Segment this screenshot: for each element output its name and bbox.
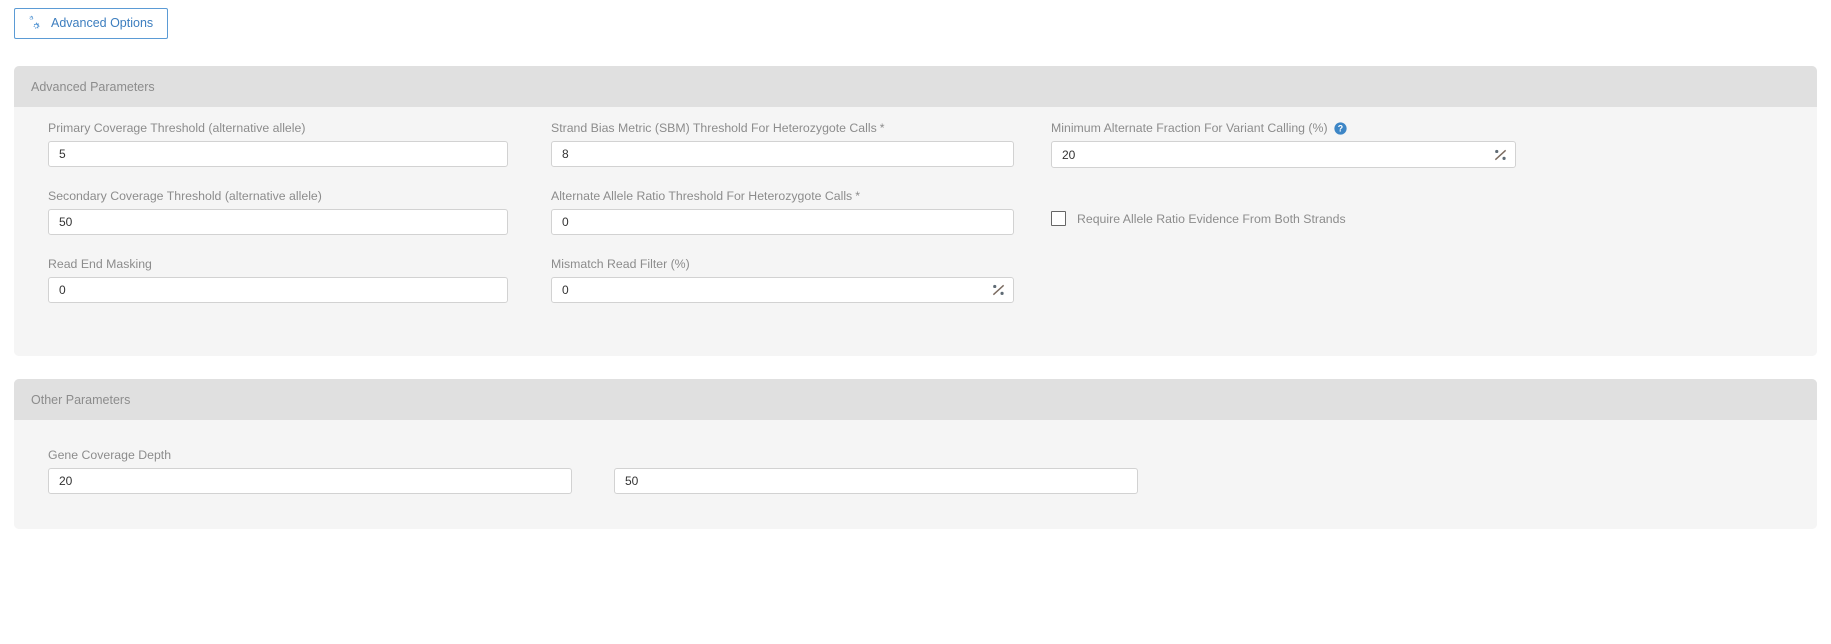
advanced-parameters-title: Advanced Parameters xyxy=(31,80,155,94)
field-secondary-coverage-threshold: Secondary Coverage Threshold (alternativ… xyxy=(48,189,508,235)
other-parameters-header: Other Parameters xyxy=(14,379,1817,420)
other-parameters-title: Other Parameters xyxy=(31,393,130,407)
require-both-strands-label: Require Allele Ratio Evidence From Both … xyxy=(1077,212,1346,226)
minimum-alternate-fraction-input[interactable] xyxy=(1051,141,1516,168)
secondary-coverage-threshold-label: Secondary Coverage Threshold (alternativ… xyxy=(48,189,508,203)
field-read-end-masking: Read End Masking xyxy=(48,257,508,303)
gene-coverage-depth-min-input[interactable] xyxy=(48,468,572,494)
required-marker: * xyxy=(855,189,860,203)
read-end-masking-input[interactable] xyxy=(48,277,508,303)
minimum-alternate-fraction-label: Minimum Alternate Fraction For Variant C… xyxy=(1051,121,1516,135)
field-alternate-allele-ratio-threshold: Alternate Allele Ratio Threshold For Het… xyxy=(551,189,1014,235)
require-both-strands-checkbox[interactable] xyxy=(1051,211,1066,226)
gears-icon xyxy=(25,14,45,34)
field-gene-coverage-depth-max xyxy=(614,468,1138,494)
advanced-options-button[interactable]: Advanced Options xyxy=(14,8,168,39)
advanced-parameters-header: Advanced Parameters xyxy=(14,66,1817,107)
read-end-masking-label: Read End Masking xyxy=(48,257,508,271)
gene-coverage-depth-max-input[interactable] xyxy=(614,468,1138,494)
other-parameters-panel: Other Parameters Gene Coverage Depth xyxy=(14,379,1817,529)
field-mismatch-read-filter: Mismatch Read Filter (%) xyxy=(551,257,1014,303)
primary-coverage-threshold-label: Primary Coverage Threshold (alternative … xyxy=(48,121,508,135)
alternate-allele-ratio-threshold-label: Alternate Allele Ratio Threshold For Het… xyxy=(551,189,1014,203)
gene-coverage-depth-label: Gene Coverage Depth xyxy=(48,448,572,462)
advanced-options-label: Advanced Options xyxy=(51,17,153,30)
field-sbm-threshold: Strand Bias Metric (SBM) Threshold For H… xyxy=(551,121,1014,167)
advanced-parameters-panel: Advanced Parameters Primary Coverage Thr… xyxy=(14,66,1817,356)
require-both-strands-row[interactable]: Require Allele Ratio Evidence From Both … xyxy=(1051,211,1346,226)
help-circle-icon[interactable]: ? xyxy=(1334,122,1347,135)
mismatch-read-filter-label: Mismatch Read Filter (%) xyxy=(551,257,1014,271)
secondary-coverage-threshold-input[interactable] xyxy=(48,209,508,235)
field-gene-coverage-depth: Gene Coverage Depth xyxy=(48,448,572,494)
sbm-threshold-label: Strand Bias Metric (SBM) Threshold For H… xyxy=(551,121,1014,135)
field-minimum-alternate-fraction: Minimum Alternate Fraction For Variant C… xyxy=(1051,121,1516,168)
svg-text:?: ? xyxy=(1337,123,1342,133)
primary-coverage-threshold-input[interactable] xyxy=(48,141,508,167)
sbm-threshold-input[interactable] xyxy=(551,141,1014,167)
other-parameters-body: Gene Coverage Depth xyxy=(14,420,1817,529)
required-marker: * xyxy=(880,121,885,135)
advanced-options-page: Advanced Options Advanced Parameters Pri… xyxy=(0,0,1831,644)
alternate-allele-ratio-threshold-input[interactable] xyxy=(551,209,1014,235)
advanced-parameters-body: Primary Coverage Threshold (alternative … xyxy=(14,107,1817,356)
field-primary-coverage-threshold: Primary Coverage Threshold (alternative … xyxy=(48,121,508,167)
mismatch-read-filter-input[interactable] xyxy=(551,277,1014,303)
